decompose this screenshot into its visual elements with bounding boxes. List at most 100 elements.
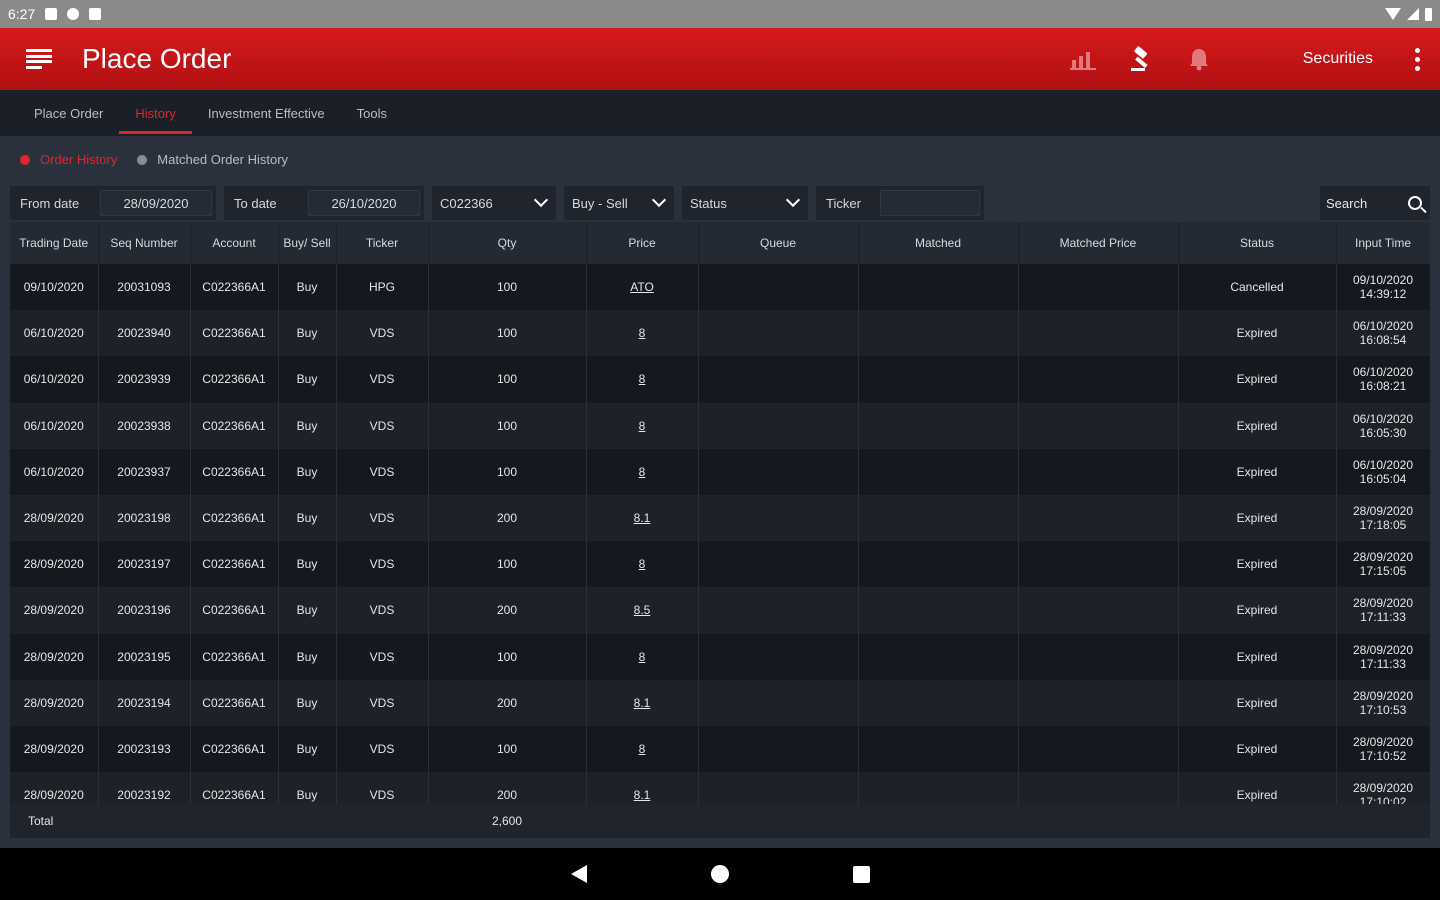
trading-date-cell: 28/09/2020 [10,725,99,773]
table-row[interactable]: 28/09/2020 20023193 C022366A1 Buy VDS 100 8 Exp… [10,725,1430,773]
table-row[interactable]: 06/10/2020 20023939 C022366A1 Buy VDS 100 8 Exp… [10,356,1430,403]
price-cell[interactable]: 8.5 [586,587,699,634]
matched-price-cell [1018,633,1179,680]
side-value: Buy - Sell [572,195,628,211]
seq-number-cell: 20023938 [98,402,191,449]
col-matched[interactable]: Matched [858,222,1019,264]
table-row[interactable]: 28/09/2020 20023198 C022366A1 Buy VDS 200 8.1 E… [10,494,1430,542]
price-cell[interactable]: 8 [586,402,699,449]
matched-cell [858,494,1019,542]
home-icon[interactable] [710,865,729,883]
seq-number-cell: 20023198 [98,494,191,542]
table-row[interactable]: 06/10/2020 20023937 C022366A1 Buy VDS 100 8 Exp… [10,448,1430,495]
table-row[interactable]: 06/10/2020 20023940 C022366A1 Buy VDS 100 8 Exp… [10,310,1430,357]
price-cell[interactable]: 8 [586,356,699,403]
table-row[interactable]: 06/10/2020 20023938 C022366A1 Buy VDS 100 8 Exp… [10,402,1430,449]
hammer-icon[interactable] [1127,45,1155,73]
side-select[interactable]: Buy - Sell [564,186,674,220]
matched-price-cell [1018,679,1179,726]
status-cell: Expired [1178,587,1337,634]
ticker-cell: VDS [336,725,429,773]
chevron-down-icon [785,192,801,208]
table-row[interactable]: 28/09/2020 20023194 C022366A1 Buy VDS 200 8.1 E… [10,679,1430,726]
matched-price-cell [1018,402,1179,449]
to-date-input[interactable]: 26/10/2020 [308,190,420,216]
matched-cell [858,772,1019,804]
tab-tools[interactable]: Tools [341,90,403,136]
seq-number-cell: 20023939 [98,356,191,403]
price-cell[interactable]: 8.1 [586,679,699,726]
price-cell[interactable]: 8.1 [586,772,699,804]
chart-icon[interactable] [1069,45,1097,73]
account-cell: C022366A1 [190,679,279,726]
status-select[interactable]: Status [682,186,808,220]
table-row[interactable]: 28/09/2020 20023196 C022366A1 Buy VDS 200 8.5 E… [10,587,1430,634]
more-vert-icon[interactable] [1415,47,1420,71]
ticker-cell: VDS [336,356,429,403]
col-trading-date[interactable]: Trading Date [10,222,99,264]
tab-investment-effective[interactable]: Investment Effective [192,90,341,136]
table-row[interactable]: 28/09/2020 20023197 C022366A1 Buy VDS 100 8 Exp… [10,541,1430,588]
matched-order-history-radio[interactable]: Matched Order History [137,152,288,167]
bell-icon[interactable] [1185,45,1213,73]
table-row[interactable]: 09/10/2020 20031093 C022366A1 Buy HPG 100 ATO C… [10,264,1430,311]
order-history-table[interactable]: Trading Date Seq Number Account Buy/ Sel… [10,222,1430,804]
recents-icon[interactable] [852,865,870,883]
seq-number-cell: 20023194 [98,679,191,726]
input-time-date: 28/09/2020 [1352,550,1414,565]
price-cell[interactable]: 8 [586,310,699,357]
status-cell: Expired [1178,448,1337,495]
ticker-input[interactable] [880,190,980,216]
notification-icon [45,8,58,20]
input-time-clock: 16:08:54 [1359,333,1407,348]
menu-icon[interactable] [26,49,52,69]
price-cell[interactable]: 8.1 [586,494,699,542]
tab-history[interactable]: History [119,90,193,136]
col-qty[interactable]: Qty [428,222,587,264]
col-input-time[interactable]: Input Time [1336,222,1430,264]
qty-cell: 200 [428,772,587,804]
tab-place-order[interactable]: Place Order [18,90,119,136]
col-buy-sell[interactable]: Buy/ Sell [278,222,337,264]
back-icon[interactable] [570,865,587,883]
col-price[interactable]: Price [586,222,699,264]
qty-cell: 100 [428,448,587,495]
col-account[interactable]: Account [190,222,279,264]
app-notification-icon [67,8,80,20]
account-cell: C022366A1 [190,725,279,773]
securities-button[interactable]: Securities [1303,50,1373,68]
col-status[interactable]: Status [1178,222,1337,264]
col-queue[interactable]: Queue [698,222,859,264]
price-cell[interactable]: 8 [586,448,699,495]
order-history-radio[interactable]: Order History [20,152,117,167]
price-cell[interactable]: 8 [586,633,699,680]
matched-cell [858,448,1019,495]
col-ticker[interactable]: Ticker [336,222,429,264]
col-matched-price[interactable]: Matched Price [1018,222,1179,264]
search-button[interactable]: Search [1320,186,1430,220]
status-cell: Expired [1178,402,1337,449]
table-row[interactable]: 28/09/2020 20023192 C022366A1 Buy VDS 200 8.1 E… [10,772,1430,804]
trading-date-cell: 06/10/2020 [10,356,99,403]
trading-date-cell: 28/09/2020 [10,679,99,726]
queue-cell [698,356,859,403]
price-cell[interactable]: 8 [586,541,699,588]
account-cell: C022366A1 [190,448,279,495]
total-qty: 2,600 [492,814,523,828]
input-time-cell: 28/09/2020 17:10:53 [1336,679,1430,726]
matched-cell [858,725,1019,773]
input-time-cell: 09/10/2020 14:39:12 [1336,264,1430,311]
price-cell[interactable]: ATO [586,264,699,311]
account-cell: C022366A1 [190,356,279,403]
table-row[interactable]: 28/09/2020 20023195 C022366A1 Buy VDS 100 8 Exp… [10,633,1430,680]
price-cell[interactable]: 8 [586,725,699,773]
ticker-cell: VDS [336,402,429,449]
qty-cell: 100 [428,310,587,357]
account-select[interactable]: C022366 [432,186,556,220]
col-seq-number[interactable]: Seq Number [98,222,191,264]
input-time-date: 06/10/2020 [1352,457,1414,472]
trading-date-cell: 06/10/2020 [10,310,99,357]
from-date-input[interactable]: 28/09/2020 [100,190,212,216]
seq-number-cell: 20031093 [98,264,191,311]
status-cell: Expired [1178,310,1337,357]
